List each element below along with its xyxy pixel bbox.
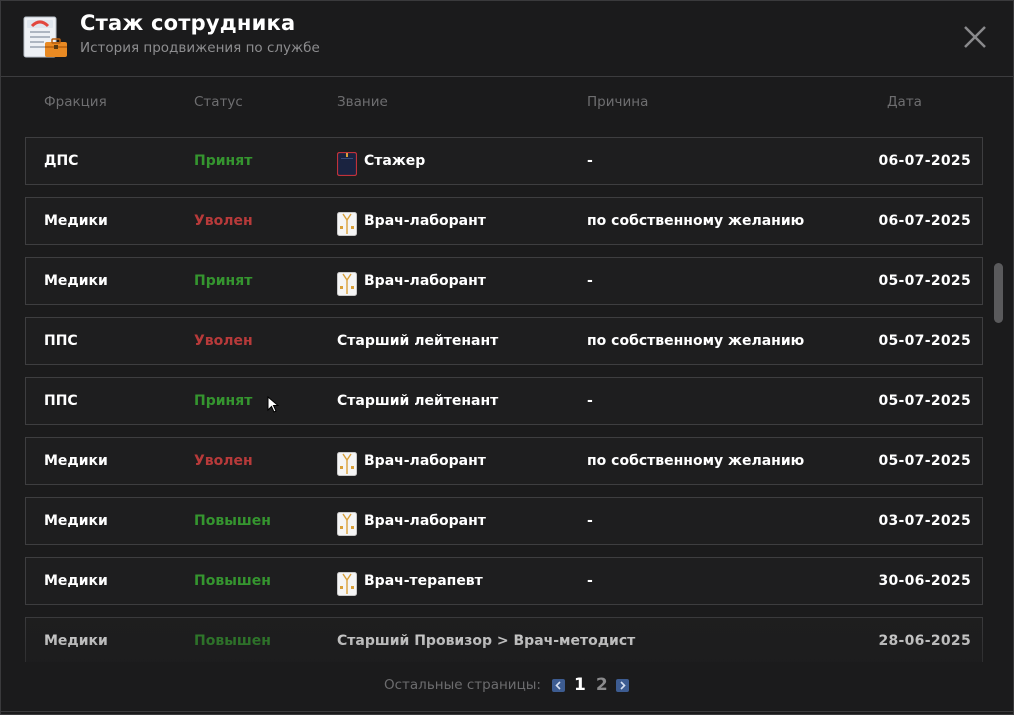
cell-faction: Медики xyxy=(44,213,108,229)
cell-reason: - xyxy=(587,273,593,289)
medical-coat-icon xyxy=(337,209,357,236)
cell-status: Принят xyxy=(194,153,253,169)
mouse-cursor-icon xyxy=(267,396,279,413)
cell-status: Повышен xyxy=(194,513,271,529)
cell-date: 05-07-2025 xyxy=(878,333,971,349)
cell-faction: ППС xyxy=(44,333,78,349)
cell-faction: Медики xyxy=(44,273,108,289)
cell-reason: - xyxy=(587,513,593,529)
document-briefcase-icon xyxy=(23,16,67,58)
cell-rank: Врач-лаборант xyxy=(337,498,486,544)
table-row[interactable]: Медики Повышен Врач-терапевт - 30-06-2025 xyxy=(25,557,983,605)
medical-coat-icon xyxy=(337,269,357,296)
cell-status: Уволен xyxy=(194,213,253,229)
cell-rank-label: Старший Провизор > Врач-методист xyxy=(337,633,636,649)
medical-coat-icon xyxy=(337,509,357,536)
cell-date: 05-07-2025 xyxy=(878,273,971,289)
cell-status: Повышен xyxy=(194,633,271,649)
column-rank: Звание xyxy=(337,94,388,110)
cell-faction: Медики xyxy=(44,633,108,649)
cell-rank-label: Врач-лаборант xyxy=(364,453,486,469)
cell-date: 06-07-2025 xyxy=(878,213,971,229)
cell-reason: по собственному желанию xyxy=(587,453,805,469)
next-page-button[interactable] xyxy=(615,678,629,692)
table-row[interactable]: Медики Уволен Врач-лаборант по собственному… xyxy=(25,197,983,245)
cell-rank-label: Старший лейтенант xyxy=(337,333,499,349)
dps-uniform-icon xyxy=(336,149,358,177)
cell-rank: Врач-лаборант xyxy=(337,198,486,244)
cell-date: 30-06-2025 xyxy=(878,573,971,589)
cell-rank: Врач-лаборант xyxy=(337,438,486,484)
cell-reason: - xyxy=(587,153,593,169)
page-2-button[interactable]: 2 xyxy=(596,675,608,695)
column-reason: Причина xyxy=(587,94,649,110)
cell-reason: по собственному желанию xyxy=(587,333,805,349)
pagination: Остальные страницы: 1 2 xyxy=(384,675,629,695)
cell-date: 06-07-2025 xyxy=(878,153,971,169)
cell-rank-label: Стажер xyxy=(364,153,426,169)
history-list[interactable]: ДПС Принят Стажер - 06-07-2025 Медики Уволен Вр… xyxy=(25,137,983,662)
cell-faction: ДПС xyxy=(44,153,79,169)
table-row[interactable]: Медики Повышен Врач-лаборант - 03-07-2025 xyxy=(25,497,983,545)
table-row[interactable]: Медики Повышен Старший Провизор > Врач-мет… xyxy=(25,617,983,662)
cell-faction: Медики xyxy=(44,573,108,589)
page-1-button[interactable]: 1 xyxy=(574,675,586,695)
table-row[interactable]: ППС Принят Старший лейтенант - 05-07-2025 xyxy=(25,377,983,425)
table-row[interactable]: ППС Уволен Старший лейтенант по собственном… xyxy=(25,317,983,365)
table-row[interactable]: Медики Принят Врач-лаборант - 05-07-2025 xyxy=(25,257,983,305)
window-title: Стаж сотрудника xyxy=(80,11,296,35)
cell-faction: ППС xyxy=(44,393,78,409)
cell-rank: Стажер xyxy=(336,138,426,184)
cell-rank-label: Врач-лаборант xyxy=(364,513,486,529)
cell-reason: по собственному желанию xyxy=(587,213,805,229)
cell-faction: Медики xyxy=(44,513,108,529)
column-status: Статус xyxy=(194,94,243,110)
chevron-right-icon xyxy=(620,680,626,690)
cell-date: 05-07-2025 xyxy=(878,393,971,409)
cell-status: Повышен xyxy=(194,573,271,589)
close-icon[interactable] xyxy=(961,23,989,51)
cell-rank: Врач-терапевт xyxy=(337,558,483,604)
medical-coat-icon xyxy=(337,569,357,596)
cell-date: 03-07-2025 xyxy=(878,513,971,529)
bottom-divider xyxy=(1,711,1013,712)
window-header: Стаж сотрудника История продвижения по с… xyxy=(1,1,1013,77)
column-date: Дата xyxy=(887,94,922,110)
cell-faction: Медики xyxy=(44,453,108,469)
cell-reason: - xyxy=(587,573,593,589)
table-row[interactable]: Медики Уволен Врач-лаборант по собственному… xyxy=(25,437,983,485)
cell-date: 05-07-2025 xyxy=(878,453,971,469)
seniority-window: Стаж сотрудника История продвижения по с… xyxy=(0,0,1014,715)
cell-status: Уволен xyxy=(194,333,253,349)
cell-status: Принят xyxy=(194,393,253,409)
cell-status: Принят xyxy=(194,273,253,289)
pagination-label: Остальные страницы: xyxy=(384,677,541,693)
cell-rank: Старший лейтенант xyxy=(337,318,498,364)
window-subtitle: История продвижения по службе xyxy=(80,40,320,56)
cell-date: 28-06-2025 xyxy=(878,633,971,649)
cell-rank: Старший Провизор > Врач-методист xyxy=(337,618,635,662)
column-faction: Фракция xyxy=(44,94,107,110)
cell-rank-label: Врач-лаборант xyxy=(364,273,486,289)
cell-rank-label: Старший лейтенант xyxy=(337,393,499,409)
cell-status: Уволен xyxy=(194,453,253,469)
cell-rank: Старший лейтенант xyxy=(337,378,498,424)
medical-coat-icon xyxy=(337,449,357,476)
cell-rank-label: Врач-терапевт xyxy=(364,573,483,589)
prev-page-button[interactable] xyxy=(551,678,565,692)
cell-reason: - xyxy=(587,393,593,409)
cell-rank: Врач-лаборант xyxy=(337,258,486,304)
scrollbar-thumb[interactable] xyxy=(994,263,1003,323)
table-row[interactable]: ДПС Принят Стажер - 06-07-2025 xyxy=(25,137,983,185)
chevron-left-icon xyxy=(555,680,561,690)
cell-rank-label: Врач-лаборант xyxy=(364,213,486,229)
